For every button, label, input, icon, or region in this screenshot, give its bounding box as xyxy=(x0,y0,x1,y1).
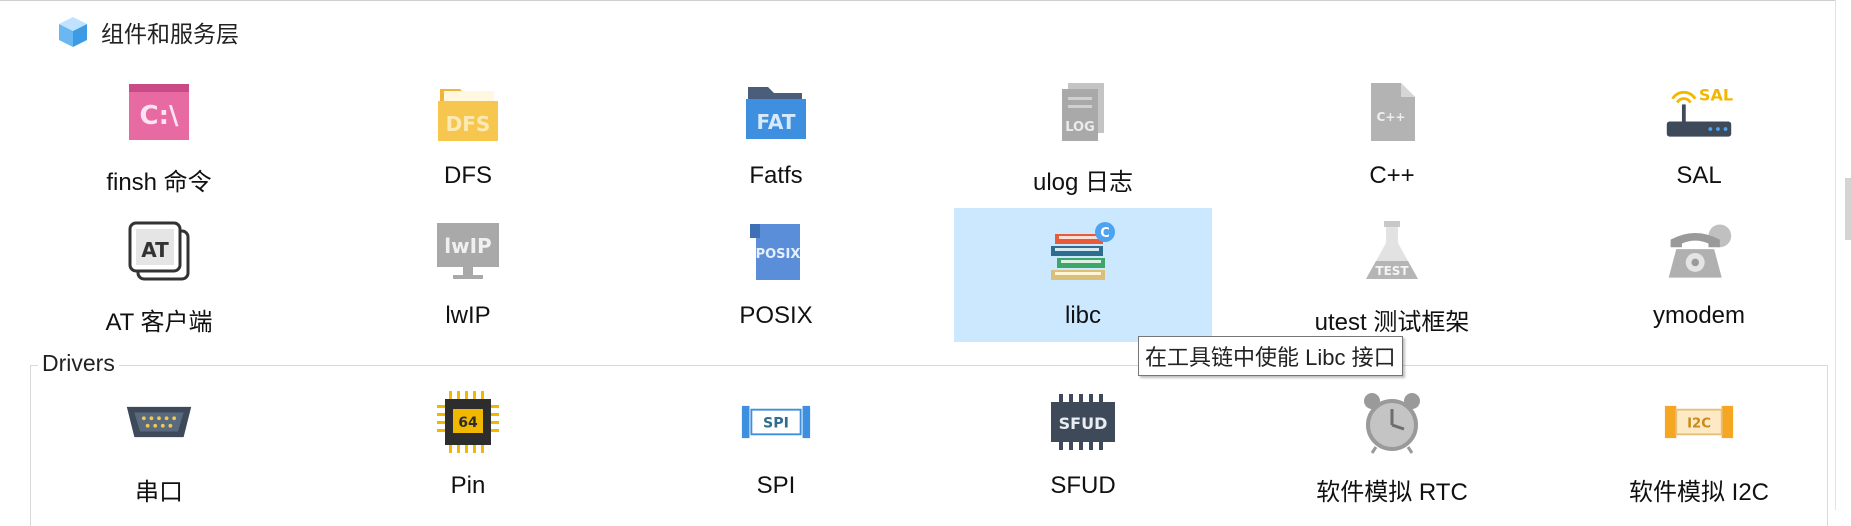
folder-dfs-icon: DFS xyxy=(438,89,498,141)
svg-text:I2C: I2C xyxy=(1687,417,1711,432)
scrollbar-thumb[interactable] xyxy=(1845,178,1851,240)
driver-soft-i2c[interactable]: I2C 软件模拟 I2C xyxy=(1570,378,1828,512)
log-file-icon: LOG xyxy=(1062,83,1104,141)
component-ymodem[interactable]: ymodem xyxy=(1570,208,1828,342)
svg-text:lwIP: lwIP xyxy=(444,234,491,258)
section-title: 组件和服务层 xyxy=(101,21,239,47)
i2c-icon: I2C xyxy=(1664,405,1734,439)
svg-text:LOG: LOG xyxy=(1065,120,1095,135)
svg-text:C:\: C:\ xyxy=(140,101,179,131)
driver-serial[interactable]: 串口 xyxy=(30,378,288,512)
svg-text:64: 64 xyxy=(458,415,478,431)
drivers-row: 串口 64 Pin SPI SPI SFUD SFUD 软件模拟 RTC I2C… xyxy=(0,378,1836,518)
posix-file-icon: POSIX xyxy=(750,224,801,280)
cube-icon xyxy=(59,17,87,47)
driver-spi[interactable]: SPI SPI xyxy=(647,378,905,512)
driver-sfud[interactable]: SFUD SFUD xyxy=(954,378,1212,512)
component-libc[interactable]: C libc xyxy=(954,208,1212,342)
component-ulog[interactable]: LOG ulog 日志 xyxy=(954,68,1212,202)
component-lwip[interactable]: lwIP lwIP xyxy=(339,208,597,342)
clock-icon xyxy=(1364,393,1420,454)
component-label: AT 客户端 xyxy=(105,309,213,336)
spi-icon: SPI xyxy=(741,405,811,439)
driver-label: SFUD xyxy=(1050,472,1116,499)
component-fatfs[interactable]: FAT Fatfs xyxy=(647,68,905,202)
serial-port-icon xyxy=(126,406,192,438)
libc-tooltip: 在工具链中使能 Libc 接口 xyxy=(1138,336,1403,376)
driver-label: 软件模拟 I2C xyxy=(1628,479,1769,506)
component-label: ulog 日志 xyxy=(1032,169,1134,196)
svg-text:C: C xyxy=(1100,226,1110,241)
component-utest[interactable]: TEST utest 测试框架 xyxy=(1263,208,1521,342)
flask-test-icon: TEST xyxy=(1366,221,1418,279)
component-cpp[interactable]: C++ C++ xyxy=(1263,68,1521,202)
driver-label: SPI xyxy=(756,472,796,499)
folder-fat-icon: FAT xyxy=(746,87,806,139)
terminal-icon: C:\ xyxy=(129,84,189,140)
svg-text:POSIX: POSIX xyxy=(756,247,801,262)
svg-text:DFS: DFS xyxy=(446,112,491,136)
svg-text:SAL: SAL xyxy=(1699,86,1733,105)
component-posix[interactable]: POSIX POSIX xyxy=(647,208,905,342)
component-at-client[interactable]: AT AT 客户端 xyxy=(30,208,288,342)
svg-text:SFUD: SFUD xyxy=(1059,414,1108,433)
component-finsh[interactable]: C:\ finsh 命令 xyxy=(30,68,288,202)
driver-soft-rtc[interactable]: 软件模拟 RTC xyxy=(1263,378,1521,512)
svg-text:AT: AT xyxy=(141,238,169,262)
component-label: C++ xyxy=(1369,162,1415,189)
component-label: POSIX xyxy=(739,302,813,329)
component-label: Fatfs xyxy=(749,162,803,189)
section-header: 组件和服务层 xyxy=(55,12,239,52)
driver-label: Pin xyxy=(450,472,486,499)
at-icon: AT xyxy=(128,221,190,281)
driver-label: 串口 xyxy=(135,479,183,506)
drivers-legend: Drivers xyxy=(38,350,119,377)
components-row-1: C:\ finsh 命令 DFS DFS FAT Fatfs LOG ulog … xyxy=(0,68,1836,208)
svg-text:FAT: FAT xyxy=(757,110,796,134)
component-sal[interactable]: SAL SAL xyxy=(1570,68,1828,202)
sfud-chip-icon: SFUD xyxy=(1051,394,1115,450)
driver-pin[interactable]: 64 Pin xyxy=(339,378,597,512)
router-sal-icon: SAL xyxy=(1666,86,1733,137)
telephone-icon xyxy=(1668,224,1732,278)
component-dfs[interactable]: DFS DFS xyxy=(339,68,597,202)
component-label: SAL xyxy=(1676,162,1722,189)
svg-text:TEST: TEST xyxy=(1375,264,1409,278)
component-label: utest 测试框架 xyxy=(1314,309,1470,336)
cpp-file-icon: C++ xyxy=(1371,83,1415,141)
svg-text:SPI: SPI xyxy=(763,416,789,432)
chip-64-icon: 64 xyxy=(437,391,499,453)
component-label: lwIP xyxy=(445,302,491,329)
top-divider xyxy=(0,0,1836,1)
component-label: ymodem xyxy=(1652,302,1746,329)
component-label: DFS xyxy=(444,162,492,189)
components-row-2: AT AT 客户端 lwIP lwIP POSIX POSIX C libc T… xyxy=(0,208,1836,348)
component-label: finsh 命令 xyxy=(106,169,212,196)
books-icon: C xyxy=(1051,222,1115,280)
monitor-lwip-icon: lwIP xyxy=(437,223,499,279)
component-label: libc xyxy=(1064,302,1101,329)
driver-label: 软件模拟 RTC xyxy=(1316,479,1468,506)
svg-text:C++: C++ xyxy=(1377,110,1406,124)
